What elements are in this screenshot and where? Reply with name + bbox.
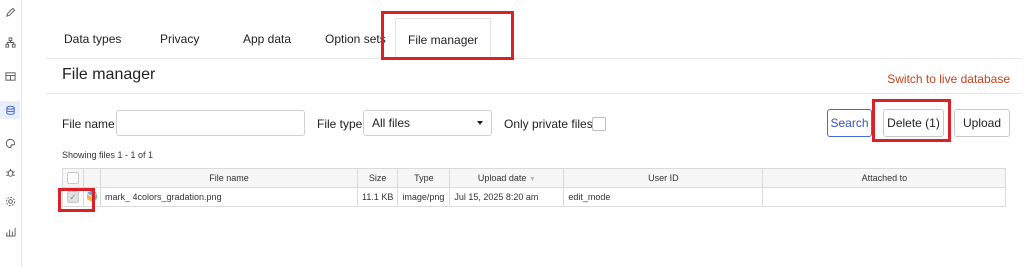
file-name-input[interactable] xyxy=(116,110,305,136)
file-name-label: File name xyxy=(62,117,115,131)
layout-icon[interactable] xyxy=(0,67,20,85)
settings-icon[interactable] xyxy=(0,192,20,210)
column-header-file-name[interactable]: File name xyxy=(100,168,358,188)
private-files-checkbox[interactable] xyxy=(592,117,606,131)
column-header-type[interactable]: Type xyxy=(397,168,451,188)
table-header-row: File name Size Type Upload date ▼ User I… xyxy=(62,168,1007,188)
cell-type: image/png xyxy=(397,187,451,207)
files-table: File name Size Type Upload date ▼ User I… xyxy=(62,168,1007,207)
select-all-checkbox[interactable] xyxy=(67,172,79,184)
database-icon[interactable] xyxy=(0,101,20,119)
left-sidebar xyxy=(0,0,22,267)
tab-data-types[interactable]: Data types xyxy=(64,18,121,58)
cell-upload-date: Jul 15, 2025 8:20 am xyxy=(449,187,565,207)
private-files-label: Only private files xyxy=(504,117,593,131)
cell-attached-to xyxy=(762,187,1007,207)
palette-icon[interactable] xyxy=(0,134,20,152)
row-checkbox-highlight-box xyxy=(58,188,95,212)
upload-button[interactable]: Upload xyxy=(954,109,1010,137)
thumbnail-header xyxy=(83,168,101,188)
file-type-value: All files xyxy=(372,116,411,130)
delete-highlight-box xyxy=(872,99,951,142)
sort-down-icon: ▼ xyxy=(528,176,536,183)
select-all-cell xyxy=(62,168,84,188)
file-type-select[interactable]: All files xyxy=(363,110,492,136)
tab-bar: Data types Privacy App data Option sets … xyxy=(46,18,1022,59)
column-header-size[interactable]: Size xyxy=(356,168,399,188)
title-divider xyxy=(46,93,1022,94)
search-button[interactable]: Search xyxy=(827,109,872,137)
switch-to-live-database-link[interactable]: Switch to live database xyxy=(887,72,1010,86)
tabs-divider xyxy=(46,58,1022,59)
page-title: File manager xyxy=(62,66,156,83)
sitemap-icon[interactable] xyxy=(0,33,20,51)
column-header-upload-date[interactable]: Upload date ▼ xyxy=(449,168,565,188)
column-header-user-id[interactable]: User ID xyxy=(563,168,764,188)
cell-user-id: edit_mode xyxy=(563,187,764,207)
analytics-icon[interactable] xyxy=(0,222,20,240)
tab-highlight-box xyxy=(381,11,514,60)
tab-option-sets[interactable]: Option sets xyxy=(325,18,386,58)
upload-date-label: Upload date xyxy=(477,173,527,183)
pencil-icon[interactable] xyxy=(0,3,20,21)
file-type-label: File type xyxy=(317,117,363,131)
showing-count: Showing files 1 - 1 of 1 xyxy=(62,150,154,160)
tab-app-data[interactable]: App data xyxy=(243,18,291,58)
table-row[interactable]: ✓ mark_ 4colors_gradation.png 11.1 KB im… xyxy=(62,187,1007,207)
column-header-attached-to[interactable]: Attached to xyxy=(762,168,1007,188)
bug-icon[interactable] xyxy=(0,163,20,181)
chevron-down-icon xyxy=(477,121,483,125)
tab-privacy[interactable]: Privacy xyxy=(160,18,199,58)
cell-file-name[interactable]: mark_ 4colors_gradation.png xyxy=(100,187,358,207)
cell-size: 11.1 KB xyxy=(356,187,399,207)
